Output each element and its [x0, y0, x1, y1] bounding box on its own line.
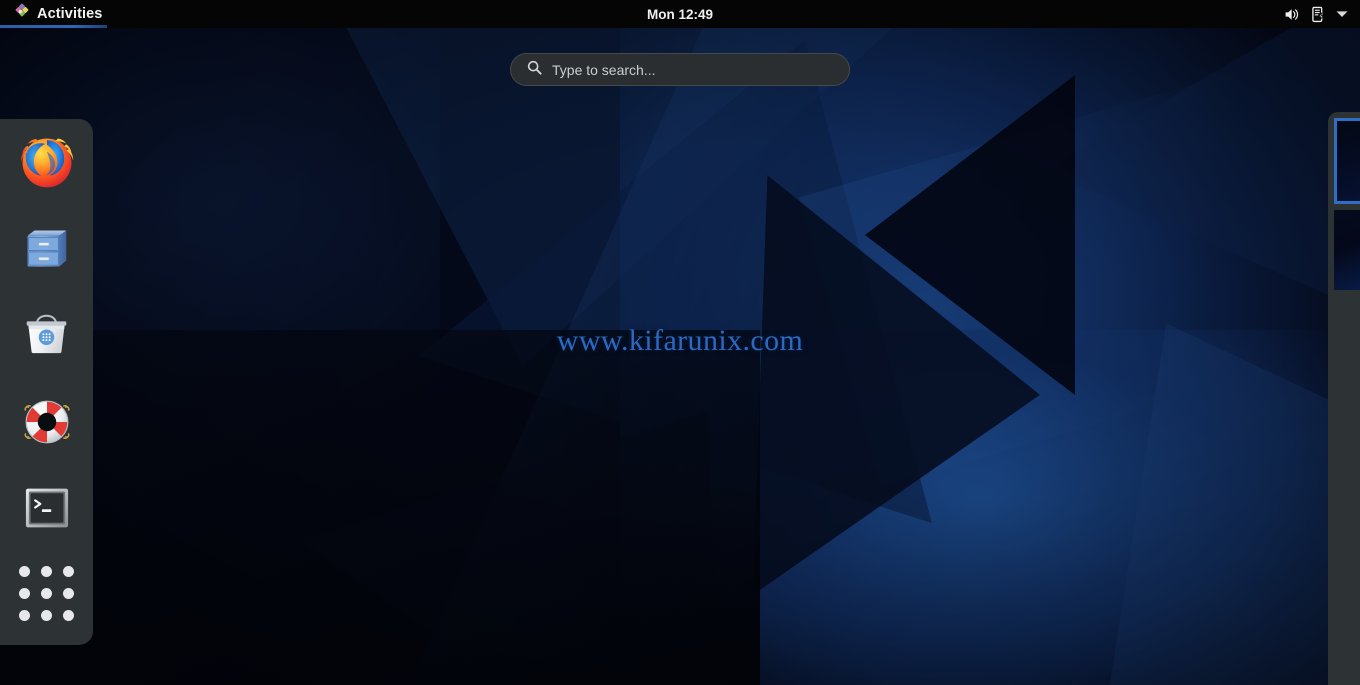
activities-button[interactable]: Activities: [0, 0, 116, 28]
dash-dock: [0, 119, 93, 645]
search-input[interactable]: Type to search...: [510, 53, 850, 86]
volume-speaker-icon[interactable]: [1284, 7, 1300, 22]
file-cabinet-icon: [19, 221, 74, 281]
workspace-thumbnail-1[interactable]: [1334, 118, 1360, 204]
clock-area: Mon 12:49: [0, 0, 1360, 28]
system-status-area[interactable]: [1284, 0, 1354, 28]
activities-pinwheel-icon: [12, 3, 29, 25]
search-icon: [527, 60, 542, 80]
gnome-activities-overview: www.kifarunix.com Activities Mon 12:49 T…: [0, 0, 1360, 685]
top-bar: Activities Mon 12:49: [0, 0, 1360, 28]
chevron-down-icon[interactable]: [1336, 10, 1348, 18]
lifebuoy-icon: [18, 393, 76, 456]
show-applications-button[interactable]: [15, 565, 79, 621]
activities-active-indicator: [0, 25, 107, 28]
terminal-icon: [20, 481, 74, 540]
workspace-thumbnail-2[interactable]: [1334, 210, 1360, 290]
dock-item-help[interactable]: [15, 392, 79, 455]
workspace-switcher: [1328, 112, 1360, 685]
dock-item-firefox[interactable]: [15, 133, 79, 196]
firefox-icon: [18, 133, 76, 196]
dock-item-files[interactable]: [15, 219, 79, 282]
shopping-bag-icon: [19, 308, 74, 368]
battery-charging-icon[interactable]: [1311, 6, 1325, 23]
activities-label: Activities: [37, 6, 103, 22]
desktop-watermark: www.kifarunix.com: [556, 324, 804, 357]
dock-item-terminal[interactable]: [15, 479, 79, 542]
dock-item-software[interactable]: [15, 306, 79, 369]
search-placeholder-text: Type to search...: [552, 61, 656, 78]
clock-label[interactable]: Mon 12:49: [639, 5, 721, 24]
app-grid-icon: [19, 565, 74, 621]
search-area: Type to search...: [510, 53, 850, 86]
